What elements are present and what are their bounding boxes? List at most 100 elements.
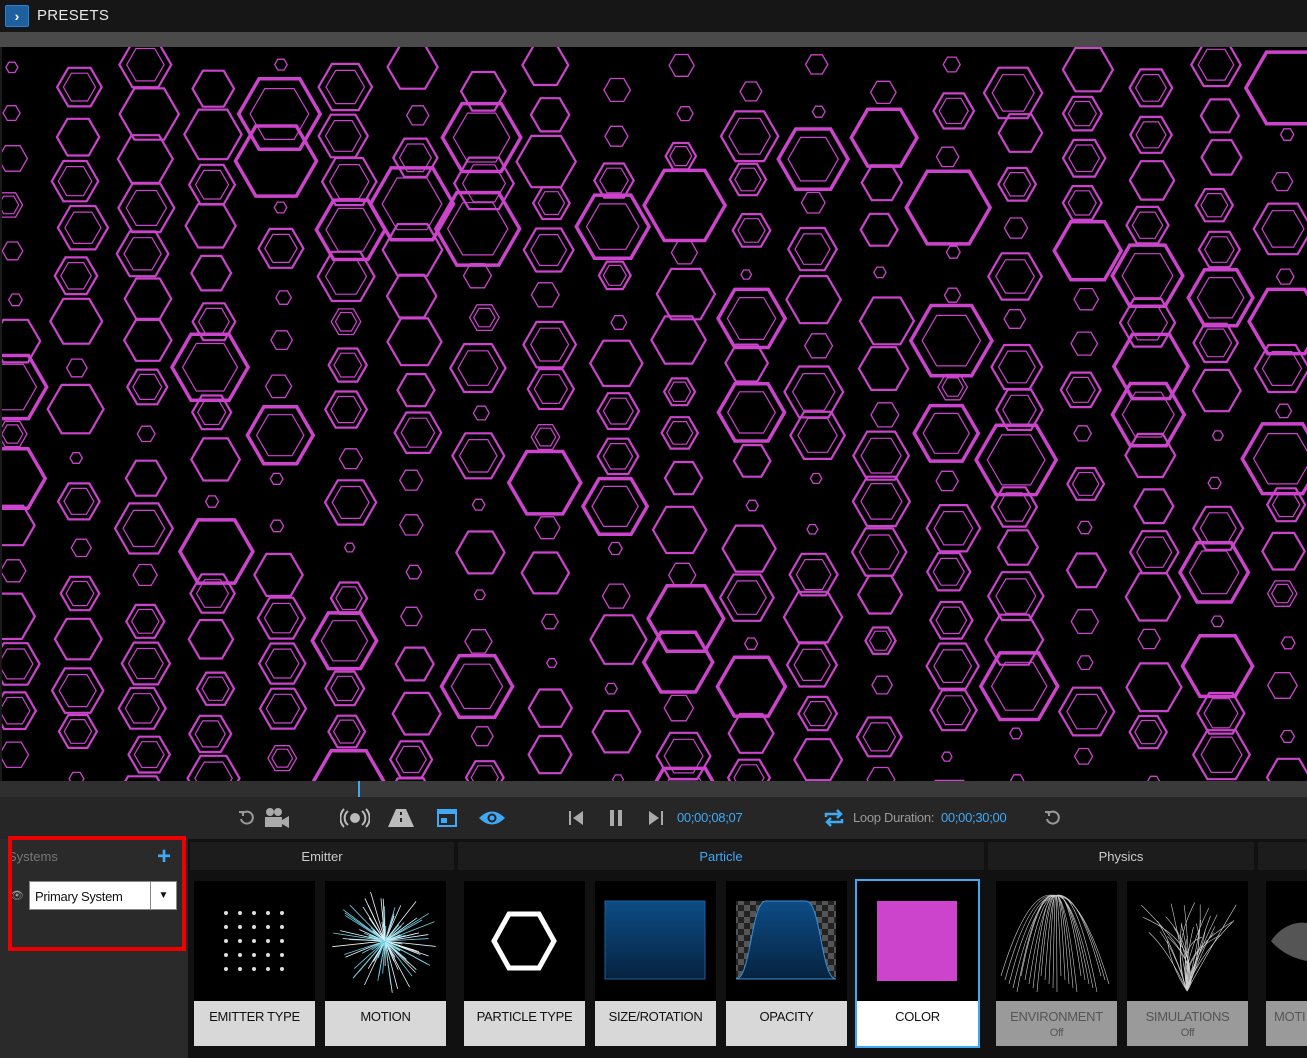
hexagon-particle — [256, 596, 307, 640]
hexagon-particle — [663, 460, 704, 496]
hexagon-particle — [267, 745, 298, 772]
card-simulations[interactable]: SIMULATIONS Off — [1127, 881, 1248, 1046]
hexagon-particle — [739, 81, 763, 102]
loop-duration-value[interactable]: 00;00;30;00 — [941, 810, 1007, 825]
hexagon-particle — [660, 416, 700, 450]
skip-back-icon[interactable] — [566, 805, 586, 831]
hexagon-particle — [776, 127, 851, 192]
emitter-dot — [238, 925, 242, 929]
group-particle[interactable]: Particle — [458, 842, 984, 870]
hexagon-particle — [190, 394, 233, 431]
skip-forward-icon[interactable] — [646, 805, 666, 831]
hexagon-particle — [49, 297, 104, 345]
hexagon-particle — [317, 113, 370, 159]
emitter-dot — [238, 939, 242, 943]
hexagon-particle — [464, 629, 493, 654]
reset-loop-icon[interactable] — [1042, 805, 1064, 831]
hexagon-particle — [394, 646, 435, 682]
card-color[interactable]: COLOR — [855, 879, 980, 1048]
card-size-rotation[interactable]: SIZE/ROTATION — [595, 881, 716, 1046]
hexagon-particle — [1073, 287, 1100, 311]
chevron-down-icon[interactable]: ▼ — [150, 882, 176, 909]
hexagon-particle — [990, 486, 1039, 528]
card-environment[interactable]: ENVIRONMENT Off — [996, 881, 1117, 1046]
card-opacity[interactable]: OPACITY — [726, 881, 847, 1046]
hexagon-particle — [386, 317, 443, 367]
hexagon-particle — [392, 137, 439, 178]
hexagon-particle — [1065, 552, 1108, 589]
hexagon-particle — [803, 333, 834, 359]
loop-icon[interactable] — [822, 805, 846, 831]
hexagon-particle — [857, 346, 910, 391]
color-swatch-thumbnail — [877, 901, 957, 981]
hexagon-particle — [793, 738, 844, 781]
emitter-dot — [280, 925, 284, 929]
emitter-dot — [280, 967, 284, 971]
hexagon-particle — [323, 479, 378, 526]
system-select[interactable]: Primary System ▼ — [29, 881, 177, 910]
hexagon-particle — [529, 97, 571, 133]
card-motion[interactable]: MOTION — [325, 881, 446, 1046]
hexagon-particle — [731, 213, 772, 248]
hexagon-particle — [455, 530, 506, 575]
hexagon-particle — [398, 469, 424, 491]
loop-duration-label: Loop Duration: — [853, 810, 935, 825]
hexagon-particle — [1003, 217, 1029, 239]
road-icon[interactable] — [386, 805, 416, 831]
hexagon-particle — [1128, 530, 1180, 575]
camera-icon[interactable] — [262, 805, 292, 831]
hexagon-particle — [856, 574, 904, 615]
system-visibility-icon[interactable]: 👁 — [10, 889, 24, 902]
hexagon-particle — [1061, 47, 1115, 93]
hexagon-particle — [721, 524, 777, 573]
hexagon-particle — [1003, 309, 1027, 329]
hexagon-particle — [449, 343, 507, 394]
hexagon-particle — [189, 573, 236, 614]
hexagon-particle — [204, 495, 220, 508]
hexagon-particle — [1261, 531, 1306, 571]
simulations-thumbnail — [1140, 902, 1237, 992]
card-motion-physics[interactable]: MOTI — [1266, 881, 1307, 1046]
eye-icon[interactable] — [478, 805, 506, 831]
hexagon-particle — [782, 590, 844, 644]
hexagon-particle — [1275, 403, 1293, 419]
hexagon-particle — [520, 551, 571, 595]
hexagon-particle — [2, 592, 37, 641]
hexagon-particle — [1076, 520, 1093, 535]
group-physics[interactable]: Physics — [988, 842, 1254, 870]
broadcast-icon[interactable] — [339, 805, 371, 831]
emitter-dot — [266, 939, 270, 943]
header-strip — [0, 32, 1307, 47]
hexagon-particle — [191, 69, 236, 108]
chevron-right-icon[interactable]: › — [5, 5, 29, 27]
hexagon-particle — [55, 66, 103, 108]
fountain-stream — [1020, 895, 1057, 977]
reset-icon[interactable] — [236, 805, 258, 831]
hexagon-particle — [932, 92, 976, 130]
hexagon-particle — [2, 145, 29, 172]
hexagon-particle — [664, 141, 698, 171]
card-label: MOTION — [325, 1001, 446, 1046]
hexagon-particle — [468, 304, 500, 332]
preview-viewport[interactable] — [2, 47, 1307, 781]
hexagon-particle — [2, 420, 28, 448]
layout-icon[interactable] — [436, 805, 458, 831]
hexagon-particle — [1200, 139, 1243, 176]
burst-thumbnail — [332, 891, 436, 993]
hexagon-particle — [136, 425, 156, 443]
add-system-icon[interactable]: + — [157, 843, 171, 871]
timeline-playhead[interactable] — [358, 781, 361, 797]
timeline-scrubber[interactable] — [0, 781, 1307, 797]
hexagon-particle — [1061, 138, 1107, 178]
system-select-value: Primary System — [35, 889, 123, 904]
hexagon-particle — [588, 339, 644, 388]
hexagon-particle — [324, 670, 366, 707]
hexagon-particle — [330, 308, 362, 336]
card-particle-type[interactable]: PARTICLE TYPE — [464, 881, 585, 1046]
current-time[interactable]: 00;00;08;07 — [677, 810, 743, 825]
card-emitter-type[interactable]: EMITTER TYPE — [194, 881, 315, 1046]
hexagon-particle — [726, 758, 772, 781]
hexagon-particle — [269, 472, 284, 485]
pause-icon[interactable] — [606, 805, 626, 831]
group-emitter[interactable]: Emitter — [190, 842, 454, 870]
